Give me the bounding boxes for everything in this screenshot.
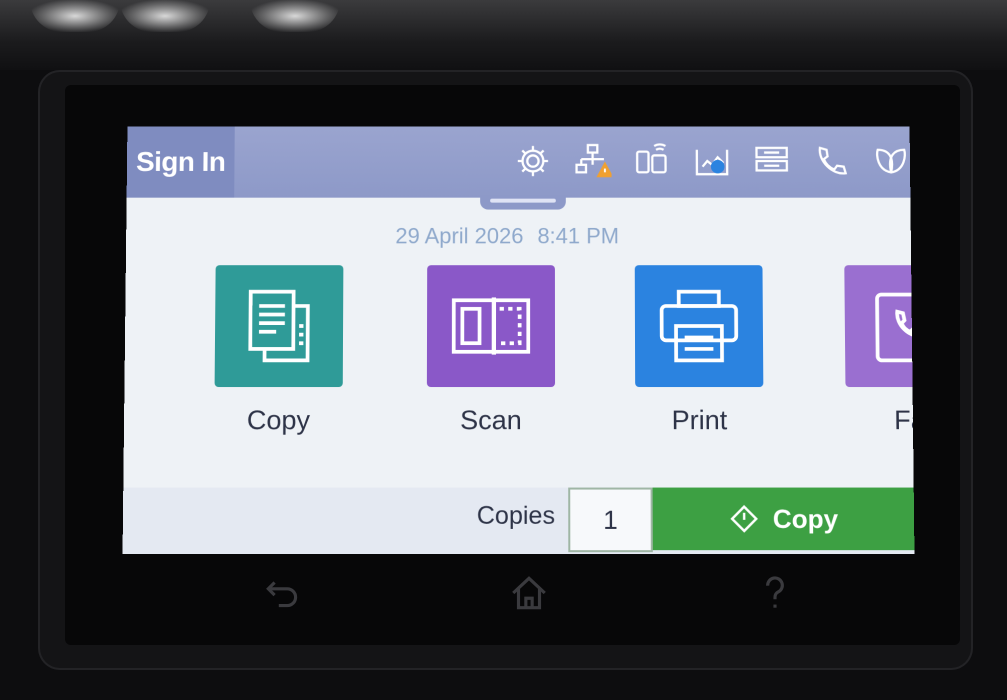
copies-field[interactable]: 1 [568, 487, 653, 553]
ceiling-light [30, 0, 120, 32]
ceiling-light [250, 0, 340, 32]
eco-leaf-icon[interactable] [868, 138, 914, 183]
help-icon[interactable] [750, 568, 800, 618]
app-print[interactable]: Print [629, 265, 770, 436]
copy-button-label: Copy [772, 503, 839, 534]
app-label: Fa [893, 405, 915, 436]
time-text: 8:41 PM [537, 223, 620, 249]
date-time: 29 April 2026 8:41 PM [395, 223, 619, 249]
gear-icon[interactable] [510, 138, 556, 183]
touch-screen: Sign In 29 April 2026 8:41 PM Copy Scan … [122, 126, 915, 555]
start-diamond-icon [729, 504, 759, 534]
ceiling-light [120, 0, 210, 32]
start-copy-button[interactable]: Copy [652, 487, 915, 551]
app-label: Print [671, 405, 728, 436]
back-icon[interactable] [258, 568, 308, 618]
quick-copy-bar: Copies 1 Copy [122, 487, 915, 555]
home-icon[interactable] [504, 568, 554, 618]
fax-phone-icon[interactable] [808, 138, 854, 183]
date-text: 29 April 2026 [395, 223, 524, 249]
app-label: Scan [460, 405, 522, 436]
background-ceiling [0, 0, 1007, 70]
ink-levels-icon[interactable] [689, 138, 735, 183]
status-bar: Sign In [126, 126, 914, 198]
print-app-tile[interactable] [634, 265, 764, 388]
network-warning-icon[interactable] [570, 138, 616, 183]
tray-icon[interactable] [749, 138, 795, 183]
scan-icon [451, 297, 531, 355]
status-icon-row [510, 138, 914, 187]
copies-label: Copies [476, 501, 556, 530]
fax-icon [875, 293, 915, 363]
app-fax[interactable]: Fa [838, 265, 915, 436]
sign-in-button[interactable]: Sign In [126, 126, 235, 198]
copy-app-tile[interactable] [214, 265, 344, 388]
fax-app-tile[interactable] [844, 265, 915, 388]
app-label: Copy [246, 405, 311, 436]
wireless-direct-icon[interactable] [629, 138, 675, 183]
app-copy[interactable]: Copy [208, 265, 349, 436]
scan-app-tile[interactable] [426, 265, 556, 388]
print-icon [659, 290, 739, 363]
app-scan[interactable]: Scan [421, 265, 561, 436]
copy-icon [248, 290, 311, 363]
status-drawer-handle[interactable] [480, 195, 566, 210]
